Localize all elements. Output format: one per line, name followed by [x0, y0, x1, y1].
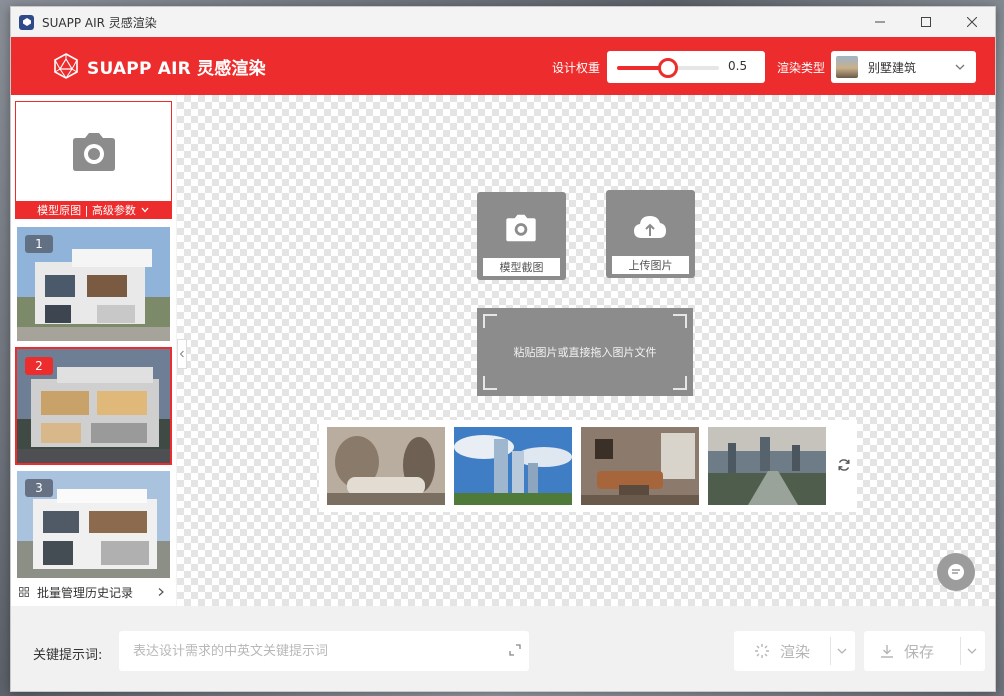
cloud-upload-icon [634, 216, 666, 238]
refresh-samples-button[interactable] [837, 457, 851, 476]
chevron-down-icon [141, 207, 149, 212]
slider-thumb[interactable] [658, 58, 678, 78]
dropzone-corner [673, 376, 687, 390]
render-button[interactable]: 渲染 [734, 631, 855, 671]
keywords-input[interactable] [119, 631, 529, 671]
bottom-toolbar: 关键提示词: 渲染 保存 [11, 606, 995, 691]
render-label: 渲染 [780, 642, 811, 661]
model-card-label: 模型原图 | 高级参数 [37, 203, 136, 217]
logo: SUAPP AIR 灵感渲染 [53, 53, 266, 79]
minimize-button[interactable] [857, 7, 903, 37]
upload-image-button[interactable]: 上传图片 [606, 190, 695, 278]
logo-text: SUAPP AIR 灵感渲染 [87, 58, 266, 79]
dropzone-corner [483, 376, 497, 390]
sidebar-collapse-handle[interactable] [177, 339, 187, 369]
camera-icon [73, 133, 115, 171]
chevron-right-icon [158, 588, 164, 596]
batch-manage-history-link[interactable]: 批量管理历史记录 [11, 578, 176, 606]
living-room-image [581, 427, 699, 505]
aerial-city-image [708, 427, 826, 505]
design-weight-control: 0.5 [607, 51, 765, 83]
save-label: 保存 [904, 642, 935, 661]
app-window: SUAPP AIR 灵感渲染 SUAPP AIR 灵感渲染 设计权重 0.5 渲… [10, 6, 996, 692]
assistant-button[interactable] [937, 553, 975, 591]
render-type-value: 别墅建筑 [868, 60, 917, 75]
sample-image[interactable] [454, 427, 572, 505]
render-type-select[interactable]: 别墅建筑 [831, 51, 976, 83]
sample-image[interactable] [581, 427, 699, 505]
app-icon [19, 14, 34, 30]
history-item[interactable]: 1 [15, 225, 172, 343]
chevron-down-icon[interactable] [966, 645, 978, 657]
expand-icon[interactable] [509, 644, 521, 656]
window-title: SUAPP AIR 灵感渲染 [42, 15, 157, 30]
image-drop-zone[interactable]: 粘贴图片或直接拖入图片文件 [477, 308, 693, 396]
chevron-down-icon[interactable] [836, 645, 848, 657]
history-index-badge: 2 [25, 357, 53, 375]
grid-icon [19, 587, 29, 597]
batch-manage-label: 批量管理历史记录 [37, 585, 134, 600]
download-icon [881, 645, 893, 658]
chevron-left-icon [179, 350, 184, 358]
history-index-badge: 3 [25, 479, 53, 497]
button-divider [960, 637, 961, 665]
dropzone-corner [483, 314, 497, 328]
history-item[interactable]: 2 [15, 347, 172, 465]
render-type-label: 渲染类型 [777, 61, 826, 75]
chevron-down-icon [955, 64, 965, 70]
render-type-thumbnail [836, 56, 858, 78]
keywords-label: 关键提示词: [33, 648, 103, 663]
refresh-icon [838, 459, 850, 471]
window-controls [857, 7, 995, 37]
polyhedron-logo-icon [54, 53, 78, 79]
city-skyscraper-image [454, 427, 572, 505]
advanced-params-toggle[interactable]: 模型原图 | 高级参数 [16, 201, 171, 218]
model-original-card[interactable]: 模型原图 | 高级参数 [15, 101, 172, 219]
maximize-icon [921, 17, 931, 27]
design-weight-label: 设计权重 [552, 61, 601, 75]
model-screenshot-label: 模型截图 [483, 258, 560, 276]
history-index-badge: 1 [25, 235, 53, 253]
sparkle-loading-icon [755, 644, 769, 658]
camera-icon [506, 214, 536, 242]
history-sidebar: 模型原图 | 高级参数 1 2 3 批量管理历史记录 [11, 95, 176, 606]
design-weight-slider[interactable] [617, 58, 719, 78]
save-button[interactable]: 保存 [864, 631, 985, 671]
dropzone-text: 粘贴图片或直接拖入图片文件 [513, 346, 657, 359]
chat-bubble-icon [948, 564, 964, 580]
minimize-icon [875, 21, 885, 23]
close-icon [967, 17, 977, 27]
app-header: SUAPP AIR 灵感渲染 设计权重 0.5 渲染类型 别墅建筑 [11, 37, 995, 95]
dropzone-corner [673, 314, 687, 328]
maximize-button[interactable] [903, 7, 949, 37]
sample-image[interactable] [708, 427, 826, 505]
upload-image-label: 上传图片 [612, 256, 689, 274]
history-item[interactable]: 3 [15, 469, 172, 587]
title-bar: SUAPP AIR 灵感渲染 [11, 7, 995, 37]
sample-images-strip [319, 420, 857, 512]
close-button[interactable] [949, 7, 995, 37]
sample-image[interactable] [327, 427, 445, 505]
button-divider [830, 637, 831, 665]
interior-lounge-image [327, 427, 445, 505]
model-screenshot-button[interactable]: 模型截图 [477, 192, 566, 280]
design-weight-value: 0.5 [728, 59, 748, 73]
